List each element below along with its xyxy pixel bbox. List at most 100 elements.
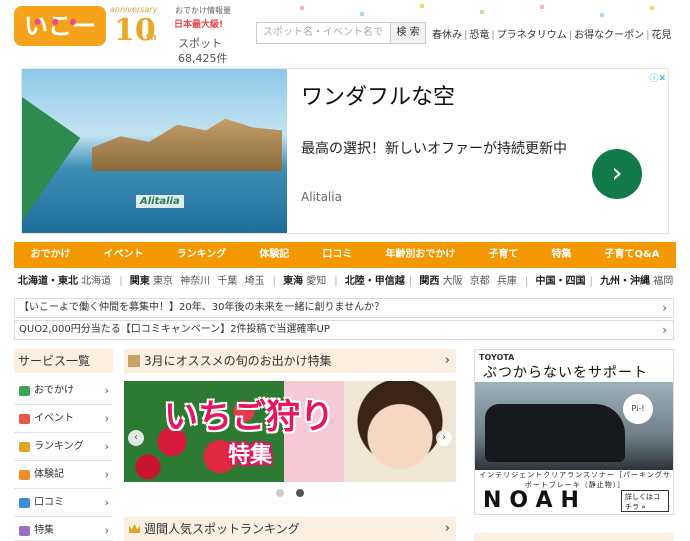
region-sub-link[interactable]: 埼玉 [245, 276, 265, 287]
confetti-decoration [650, 6, 654, 10]
search-button[interactable]: 検 索 [390, 22, 426, 44]
sidebar-item-label: 体験記 [34, 469, 64, 480]
sidebar-item-label: おでかけ [34, 385, 74, 396]
nav-item-kosodate[interactable]: 子育て [472, 242, 535, 268]
chevron-right-icon: › [444, 521, 450, 536]
region-link[interactable]: 北陸・甲信越 [345, 276, 405, 287]
chevron-right-icon: › [104, 524, 109, 537]
nav-item-qa[interactable]: 子育てQ&A [588, 242, 676, 268]
region-sub-link[interactable]: 神奈川 [180, 276, 210, 287]
slide-title: いちご狩り [164, 397, 334, 437]
ad-title[interactable]: ワンダフルな空 [301, 79, 455, 111]
book-icon [19, 526, 30, 536]
nav-item-age[interactable]: 年齢別おでかけ [369, 242, 472, 268]
confetti-decoration [480, 10, 484, 14]
side-ad[interactable]: TOYOTA ぶつからないをサポート Pi-! インテリジェントクリアランスソナ… [474, 349, 674, 515]
ad-green-stripe [22, 69, 81, 233]
confetti-decoration [360, 12, 364, 16]
confetti-decoration [420, 4, 424, 8]
ranking-heading-text: 週間人気スポットランキング [144, 522, 300, 536]
region-sub-link[interactable]: 京都 [470, 276, 490, 287]
chevron-right-icon: › [662, 301, 667, 315]
confetti-decoration [540, 5, 544, 9]
ranking-heading[interactable]: 週間人気スポットランキング › [124, 517, 456, 541]
sidebar-item-ranking[interactable]: ランキング › [14, 433, 113, 461]
spot-count-value: 68,425件 [178, 52, 228, 65]
site-logo[interactable]: ● ● ● いこーよ [14, 6, 106, 80]
region-links: 北海道・東北 北海道 | 関東 東京 神奈川 千葉 埼玉 | 東海 愛知 | 北陸・甲… [18, 276, 674, 287]
banner-ad[interactable]: Alitalia ⓘ✕ ワンダフルな空 最高の選択！新しいオファーが持続更新中 … [21, 68, 669, 234]
nav-item-tokushu[interactable]: 特集 [535, 242, 588, 268]
quick-link[interactable]: お得なクーポン [574, 30, 644, 41]
region-sub-link[interactable]: 千葉 [217, 276, 237, 287]
slide-dot-active[interactable] [296, 489, 304, 497]
region-sub-link[interactable]: 大阪 [443, 276, 463, 287]
region-link[interactable]: 北海道・東北 [18, 276, 78, 287]
slide-next-button[interactable]: › [436, 430, 452, 446]
region-sub-link[interactable]: 愛知 [306, 276, 326, 287]
right-column-box [474, 533, 674, 541]
region-link[interactable]: 関西 [419, 276, 439, 287]
nav-item-kuchikomi[interactable]: 口コミ [306, 242, 369, 268]
sidebar-item-event[interactable]: イベント › [14, 405, 113, 433]
region-link[interactable]: 九州・沖縄 [600, 276, 650, 287]
region-link[interactable]: 東海 [283, 276, 303, 287]
region-sub-link[interactable]: 北海道 [81, 276, 111, 287]
chevron-right-icon: › [444, 353, 450, 368]
notice-campaign[interactable]: QUO2,000円分当たる【口コミキャンペーン】2件投稿で当選確率UP › [14, 320, 674, 340]
quick-link[interactable]: 恐竜 [469, 30, 489, 41]
quick-link[interactable]: プラネタリウム [497, 30, 567, 41]
slide-subtitle: 特集 [228, 443, 273, 468]
ad-close-icon[interactable]: ⓘ✕ [649, 71, 666, 84]
ad-logo: Alitalia [136, 195, 184, 208]
ad-coastal-town [92, 118, 282, 171]
sidebar-item-taikenki[interactable]: 体験記 › [14, 461, 113, 489]
bar-chart-icon [19, 386, 30, 396]
side-ad-title: ぶつからないをサポート [483, 365, 648, 381]
ad-arrow-button[interactable]: › [592, 149, 642, 199]
minivan-shape [485, 404, 625, 462]
feature-thumbnail-icon [128, 355, 140, 367]
nav-item-ranking[interactable]: ランキング [160, 242, 243, 268]
speech-bubble-icon [19, 498, 30, 508]
logo-decoration: ● ● ● [34, 17, 81, 26]
chevron-right-icon: › [104, 468, 109, 481]
region-link[interactable]: 関東 [130, 276, 150, 287]
confetti-decoration [600, 13, 604, 17]
anniversary-suffix: th [146, 33, 157, 43]
notebook-icon [19, 470, 30, 480]
nav-item-event[interactable]: イベント [87, 242, 160, 268]
region-link[interactable]: 中国・四国 [536, 276, 586, 287]
region-sub-link[interactable]: 兵庫 [497, 276, 517, 287]
chevron-right-icon: › [662, 323, 667, 337]
ad-brand-logo: TOYOTA [479, 353, 515, 362]
sidebar-item-kuchikomi[interactable]: 口コミ › [14, 489, 113, 517]
quick-link[interactable]: 春休み [432, 30, 462, 41]
chevron-right-icon: › [104, 412, 109, 425]
sidebar-item-tokushu[interactable]: 特集 › [14, 517, 113, 541]
ad-description: 最高の選択！新しいオファーが持続更新中 [301, 141, 567, 157]
quick-link[interactable]: 花見 [652, 30, 672, 41]
sidebar-item-odekake[interactable]: おでかけ › [14, 377, 113, 405]
notice-text: QUO2,000円分当たる【口コミキャンペーン】2件投稿で当選確率UP [19, 324, 330, 335]
sidebar-item-label: 特集 [34, 525, 54, 536]
search-input[interactable]: スポット名・イベント名で [256, 22, 390, 44]
nav-item-odekake[interactable]: おでかけ [14, 242, 87, 268]
feature-slide[interactable]: いちご狩り 特集 [124, 381, 456, 482]
ad-brand: Alitalia [301, 190, 342, 204]
anniversary-badge: anniversary 10 th [110, 3, 168, 49]
side-ad-detail-button[interactable]: 詳しくはコチラ » [621, 490, 669, 512]
region-sub-link[interactable]: 福岡 [653, 276, 673, 287]
sidebar-item-label: イベント [34, 413, 74, 424]
slide-prev-button[interactable]: ‹ [128, 430, 144, 446]
region-sub-link[interactable]: 東京 [153, 276, 173, 287]
main-nav: おでかけ イベント ランキング 体験記 口コミ 年齢別おでかけ 子育て 特集 子… [14, 242, 676, 268]
spot-count-label: スポット [178, 37, 222, 50]
feature-heading[interactable]: 3月にオススメの旬のお出かけ特集 › [124, 349, 456, 373]
nav-item-taikenki[interactable]: 体験記 [243, 242, 306, 268]
crown-icon [19, 442, 30, 452]
slide-dot[interactable] [276, 489, 284, 497]
chevron-right-icon: › [104, 384, 109, 397]
tagline-main: 日本最大級! [174, 20, 224, 30]
notice-recruit[interactable]: 【いこーよで働く仲間を募集中！】20年、30年後の未来を一緒に創りませんか？ › [14, 298, 674, 318]
